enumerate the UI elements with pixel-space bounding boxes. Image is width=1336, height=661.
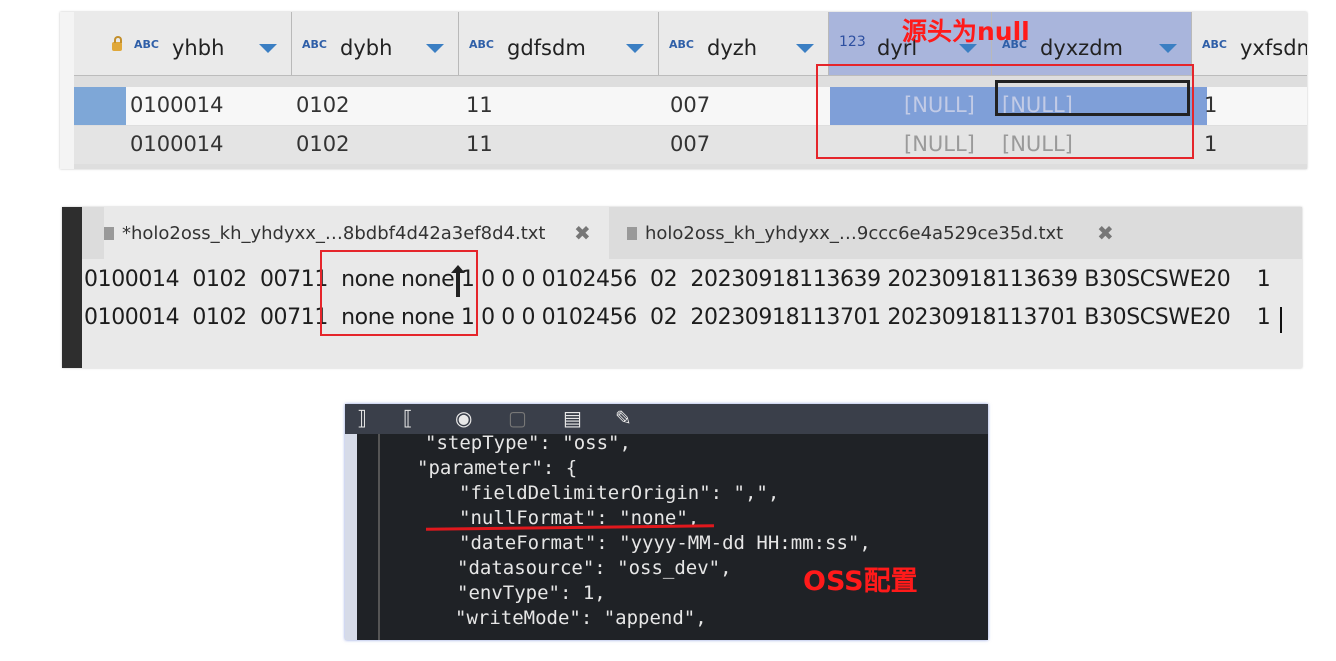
editor-gutter: [62, 207, 82, 368]
config-line[interactable]: "fieldDelimiterOrigin": ",",: [459, 482, 779, 504]
text-type-icon: ABC: [302, 38, 327, 51]
file-icon: [104, 227, 114, 240]
grid-left-strip: [60, 12, 74, 169]
config-line[interactable]: "datasource": "oss_dev",: [457, 557, 732, 579]
column-name: dybh: [340, 36, 393, 60]
oss-config-annotation: OSS配置: [803, 566, 918, 597]
column-header-dyzh[interactable]: ABC dyzh: [659, 12, 829, 75]
text-type-icon: ABC: [1202, 38, 1227, 51]
chevron-down-icon[interactable]: [1159, 44, 1177, 53]
none-highlight-box: [320, 250, 478, 336]
column-name: gdfsdm: [507, 36, 586, 60]
config-gutter: [345, 434, 357, 640]
source-null-annotation: 源头为null: [902, 17, 1030, 46]
number-type-icon: 123: [839, 34, 866, 50]
line-suffix: 1 0 0 0 0102456 02 20230918113701 202309…: [454, 305, 1271, 330]
column-header-yhbh[interactable]: ABC yhbh: [124, 12, 292, 75]
table-cell[interactable]: 11: [466, 93, 493, 117]
column-name: dyxzdm: [1040, 36, 1123, 60]
config-line[interactable]: "dateFormat": "yyyy-MM-dd HH:mm:ss",: [459, 532, 871, 554]
text-type-icon: ABC: [669, 38, 694, 51]
table-cell[interactable]: 0102: [296, 132, 349, 156]
column-name: dyzh: [707, 36, 758, 60]
null-highlight-box: [816, 64, 1194, 159]
table-cell[interactable]: 0102: [296, 93, 349, 117]
column-header-dybh[interactable]: ABC dybh: [292, 12, 459, 75]
indent-guide: [378, 434, 380, 640]
column-name: yhbh: [172, 36, 225, 60]
config-line[interactable]: "stepType": "oss",: [425, 432, 631, 454]
text-editor: *holo2oss_kh_yhdyxx_…8bdbf4d42a3ef8d4.tx…: [62, 207, 1302, 368]
close-icon[interactable]: ✖: [1097, 221, 1114, 245]
text-type-icon: ABC: [134, 38, 159, 51]
text-line-1[interactable]: 0100014 0102 00711 none none 1 0 0 0 010…: [84, 267, 1271, 292]
text-caret: [1280, 307, 1282, 333]
chevron-down-icon[interactable]: [426, 44, 444, 53]
table-cell[interactable]: 007: [670, 132, 710, 156]
chevron-down-icon[interactable]: [259, 44, 277, 53]
doc-edit-icon[interactable]: ▤: [563, 406, 582, 430]
tab-label: holo2oss_kh_yhdyxx_…9ccc6e4a529ce35d.txt: [645, 223, 1064, 244]
close-icon[interactable]: ✖: [574, 221, 591, 245]
tab-label: *holo2oss_kh_yhdyxx_…8bdbf4d42a3ef8d4.tx…: [122, 223, 546, 244]
table-cell[interactable]: 1: [1204, 132, 1217, 156]
chevron-down-icon[interactable]: [626, 44, 644, 53]
lock-icon[interactable]: ▢: [508, 406, 527, 430]
table-cell[interactable]: 007: [670, 93, 710, 117]
config-toolbar: ⟧ ⟦ ◉ ▢ ▤ ✎: [345, 404, 988, 434]
line-suffix: 1 0 0 0 0102456 02 20230918113639 202309…: [454, 267, 1271, 292]
line-prefix: 0100014 0102 00711: [84, 267, 342, 292]
bracket-icon[interactable]: ⟧: [357, 406, 367, 430]
config-line[interactable]: "writeMode": "append",: [455, 607, 707, 629]
config-line[interactable]: "envType": 1,: [457, 582, 606, 604]
chevron-down-icon[interactable]: [796, 44, 814, 53]
oss-config-editor: ⟧ ⟦ ◉ ▢ ▤ ✎ "stepType": "oss", "paramete…: [345, 404, 988, 640]
text-type-icon: ABC: [469, 38, 494, 51]
row-selector[interactable]: [74, 87, 126, 125]
config-line[interactable]: "parameter": {: [417, 457, 577, 479]
text-line-2[interactable]: 0100014 0102 00711 none none 1 0 0 0 010…: [84, 305, 1271, 330]
table-cell[interactable]: 0100014: [130, 93, 224, 117]
db-result-grid: ABC yhbh ABC dybh ABC gdfsdm ABC dyzh 12…: [60, 12, 1307, 169]
magic-wand-icon[interactable]: ✎: [615, 406, 632, 430]
line-prefix: 0100014 0102 00711: [84, 305, 342, 330]
table-cell[interactable]: 1: [1204, 93, 1217, 117]
tab-file-2[interactable]: holo2oss_kh_yhdyxx_…9ccc6e4a529ce35d.txt…: [627, 207, 1127, 259]
column-header-yxfsdm[interactable]: ABC yxfsdm: [1192, 12, 1307, 75]
record-icon[interactable]: ◉: [455, 406, 472, 430]
lock-icon: [112, 36, 122, 51]
column-name: yxfsdm: [1240, 36, 1307, 60]
format-icon[interactable]: ⟦: [403, 406, 413, 430]
table-cell[interactable]: 11: [466, 132, 493, 156]
table-cell[interactable]: 0100014: [130, 132, 224, 156]
file-icon: [627, 227, 637, 240]
editor-tab-bar: *holo2oss_kh_yhdyxx_…8bdbf4d42a3ef8d4.tx…: [82, 207, 1302, 259]
column-header-gdfsdm[interactable]: ABC gdfsdm: [459, 12, 659, 75]
